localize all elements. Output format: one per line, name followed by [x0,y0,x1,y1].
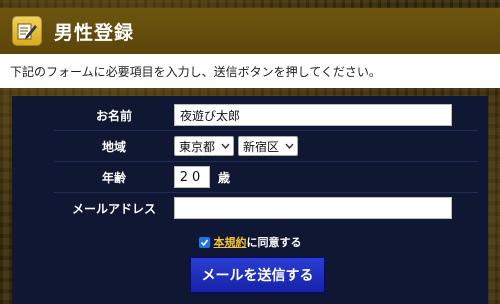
age-row: 年齢 20 歳 [54,161,478,192]
city-value: 新宿区 [243,139,280,154]
age-input[interactable]: 20 [174,166,210,188]
page-title: 男性登録 [54,21,135,44]
terms-link[interactable]: 本規約 [214,234,247,250]
name-row: お名前 夜遊び太郎 [54,100,478,130]
prefecture-value: 東京都 [179,139,216,154]
submit-button[interactable]: メールを送信する [189,256,326,294]
region-row: 地域 東京都 新宿区 [54,130,478,161]
pencil-note-icon [12,16,42,46]
email-input[interactable] [174,197,452,219]
name-label: お名前 [95,108,132,123]
registration-form: お名前 夜遊び太郎 地域 東京都 新宿区 年齢 20 歳 メールアドレス 本規約… [12,96,488,304]
check-icon [200,239,208,246]
email-label: メールアドレス [71,201,156,216]
agree-checkbox[interactable] [198,236,210,248]
form-grid: お名前 夜遊び太郎 地域 東京都 新宿区 年齢 20 歳 メールアドレス [54,100,478,223]
region-label: 地域 [101,139,126,154]
instruction-text: 下記のフォームに必要項目を入力し、送信ボタンを押してください。 [0,54,500,88]
prefecture-select[interactable]: 東京都 [174,136,235,156]
chevron-down-icon [285,143,294,149]
email-row: メールアドレス [54,192,478,223]
terms-agreement: 本規約 に同意する [12,234,488,250]
page-header: 男性登録 [0,8,500,54]
city-select[interactable]: 新宿区 [238,136,299,156]
name-input[interactable]: 夜遊び太郎 [174,104,452,126]
age-label: 年齢 [101,170,126,185]
age-unit: 歳 [218,170,231,185]
agree-text: に同意する [246,236,302,249]
chevron-down-icon [221,143,230,149]
